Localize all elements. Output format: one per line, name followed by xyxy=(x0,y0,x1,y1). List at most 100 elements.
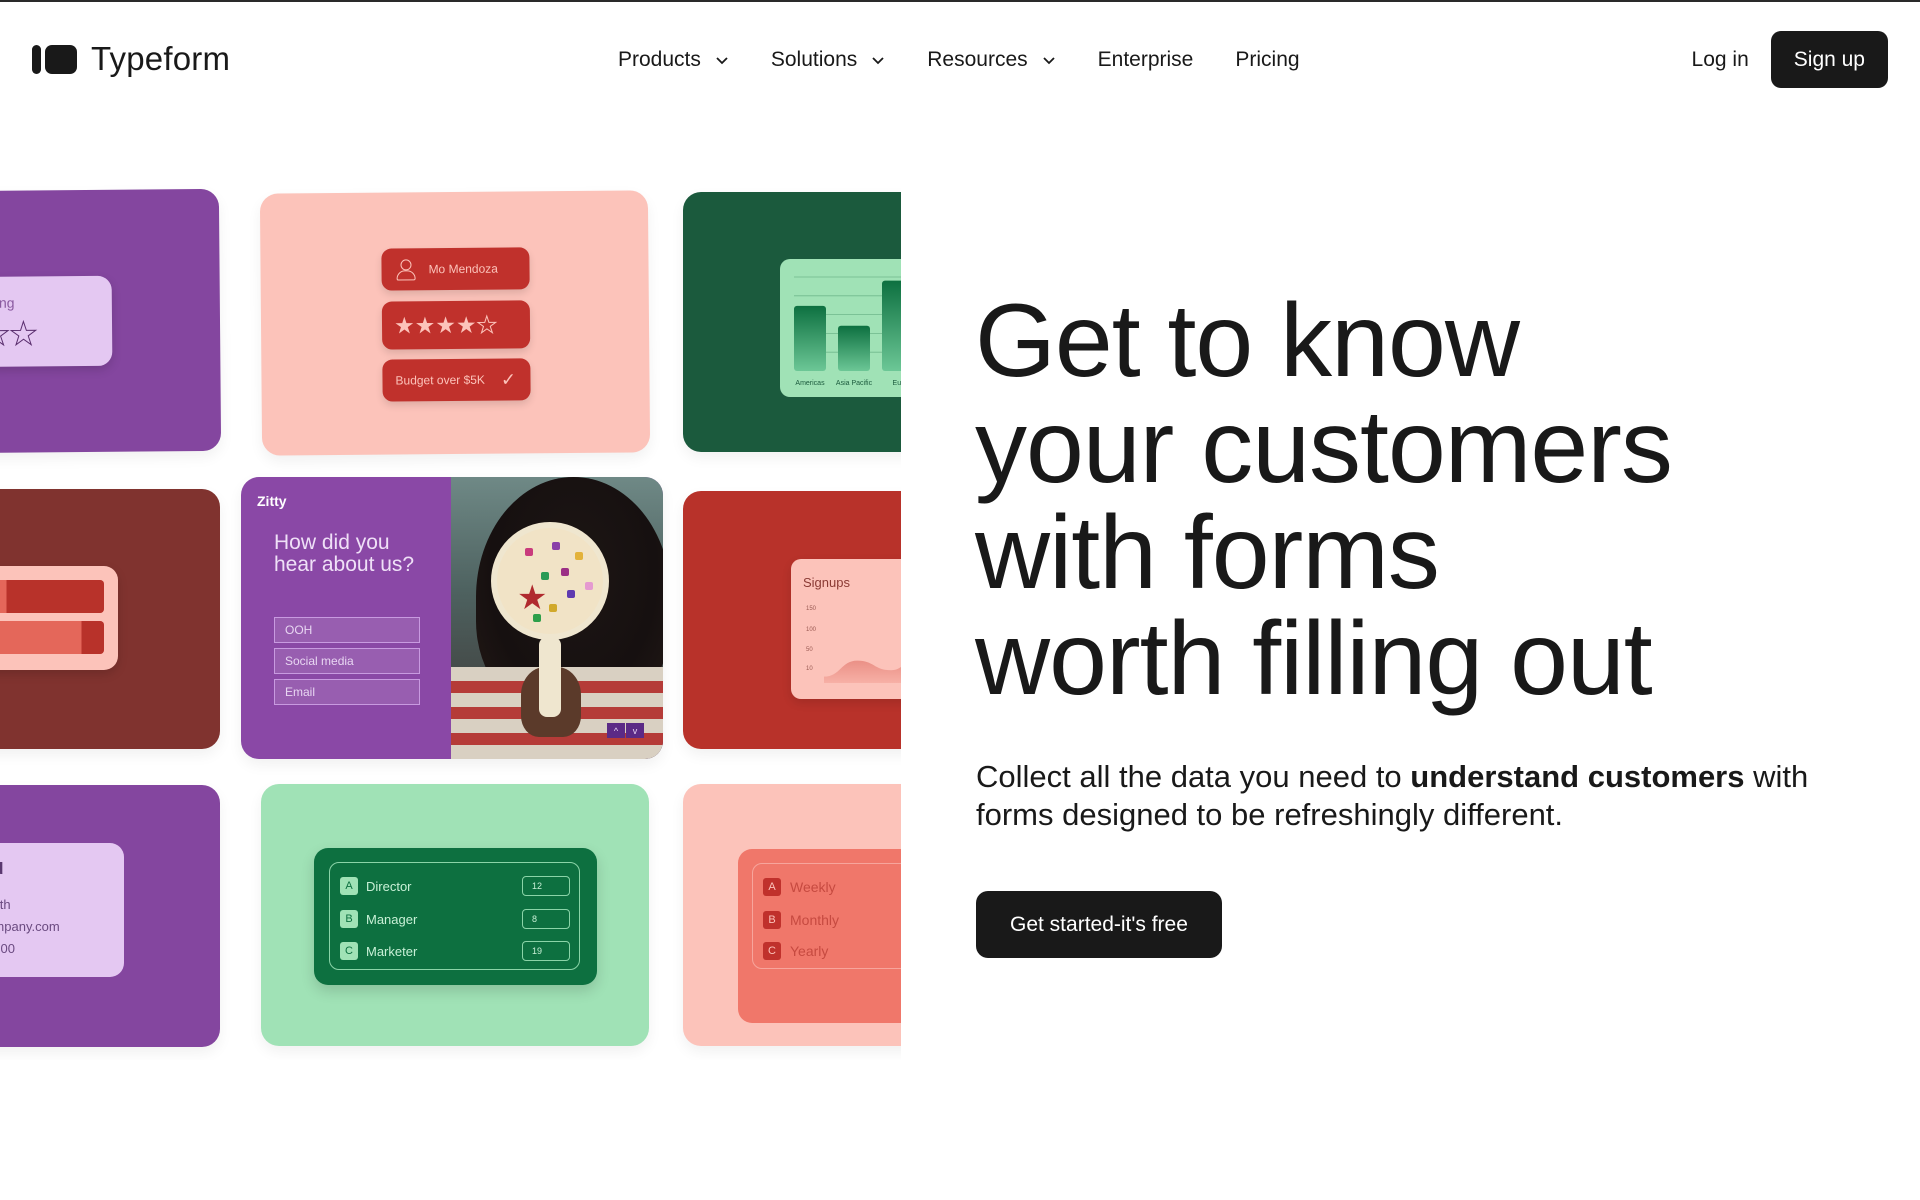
typeform-logo[interactable]: Typeform xyxy=(32,40,231,77)
roles-list: A Director 12 B Manager 8 C Marketer 19 xyxy=(329,862,580,970)
gem-sticker xyxy=(549,604,557,612)
rating-widget: erage rating ★★★★ xyxy=(0,275,113,368)
nav-enterprise[interactable]: Enterprise xyxy=(1098,48,1194,72)
lead-value: r $10.000 xyxy=(0,941,15,956)
signups-area-svg xyxy=(824,660,901,683)
zitty-option[interactable]: OOH xyxy=(274,617,420,643)
star-filled-icon: ★ xyxy=(455,311,477,338)
lead-email: y@company.com xyxy=(0,919,60,934)
hero-title-line: worth filling out xyxy=(975,601,1653,717)
hero-title-line: your customers xyxy=(975,389,1673,505)
hero-title: Get to know your customers with forms wo… xyxy=(975,283,1673,717)
role-value: 12 xyxy=(522,876,570,896)
gem-sticker xyxy=(533,614,541,622)
frequency-key: C xyxy=(763,942,781,960)
frequency-row[interactable]: C Yearly xyxy=(763,941,828,961)
hero-title-line: Get to know xyxy=(975,283,1520,399)
logo-text: Typeform xyxy=(91,40,231,77)
chevron-up-icon[interactable]: ^ xyxy=(607,723,625,738)
zitty-option[interactable]: Email xyxy=(274,679,420,705)
signup-button[interactable]: Sign up xyxy=(1770,31,1888,88)
star-filled-icon: ★ xyxy=(393,311,415,339)
role-label: Marketer xyxy=(366,943,418,959)
chevron-down-icon xyxy=(716,57,728,65)
chevron-down-icon[interactable]: v xyxy=(626,723,644,738)
card-region-chart: Americas Asia Pacific Eur xyxy=(683,192,901,452)
star-filled-icon: ★ xyxy=(435,311,457,338)
lead-name: ey Smith xyxy=(0,897,11,912)
region-chart: Americas Asia Pacific Eur xyxy=(780,259,901,397)
card-split-bars xyxy=(0,489,220,749)
role-row[interactable]: B Manager 8 xyxy=(340,909,570,929)
card-qualified-lead: Qualified lead ey Smith y@company.com r … xyxy=(0,785,220,1047)
nav-label: Resources xyxy=(927,48,1028,71)
star-empty-icon: ★ xyxy=(9,315,38,352)
split-bar-fill xyxy=(0,621,104,654)
logo-icon xyxy=(32,44,77,74)
zitty-question: How did you hear about us? xyxy=(274,531,415,576)
gem-sticker xyxy=(575,552,583,560)
signups-chart: Signups 150 100 50 10 xyxy=(791,559,901,699)
card-signups-chart: Signups 150 100 50 10 xyxy=(683,491,901,749)
rating-label: erage rating xyxy=(0,294,15,312)
role-value: 19 xyxy=(522,941,570,961)
role-key: A xyxy=(340,877,358,895)
role-key: B xyxy=(340,910,358,928)
user-icon xyxy=(395,258,415,280)
frequency-row[interactable]: A Weekly xyxy=(763,877,836,897)
nav-resources[interactable]: Resources xyxy=(927,48,1055,72)
gem-sticker xyxy=(585,582,593,590)
role-row[interactable]: A Director 12 xyxy=(340,876,570,896)
star-filled-icon: ★ xyxy=(414,311,436,338)
subtitle-text: Collect all the data you need to xyxy=(976,759,1411,794)
role-value: 8 xyxy=(522,909,570,929)
nav-pricing[interactable]: Pricing xyxy=(1235,48,1299,72)
region-bar xyxy=(882,280,901,371)
signups-area xyxy=(824,660,901,683)
chevron-down-icon xyxy=(1043,57,1055,65)
showcase-grid: erage rating ★★★★ Mo Mendoza ★★★★★ Budge… xyxy=(0,180,901,1060)
region-label: Asia Pacific xyxy=(836,380,873,387)
card-frequency: A Weekly B Monthly C Yearly xyxy=(683,784,901,1046)
zitty-form-panel: Zitty How did you hear about us? OOH Soc… xyxy=(241,477,451,759)
lead-widget: Qualified lead ey Smith y@company.com r … xyxy=(0,843,124,977)
lead-title: Qualified lead xyxy=(0,859,3,879)
zitty-brand: Zitty xyxy=(257,493,287,509)
card-average-rating: erage rating ★★★★ xyxy=(0,188,222,454)
frequency-widget: A Weekly B Monthly C Yearly xyxy=(738,849,901,1023)
region-bar xyxy=(838,325,870,371)
split-bar xyxy=(0,621,104,654)
frequency-label: Yearly xyxy=(790,943,829,959)
card-lead-profile: Mo Mendoza ★★★★★ Budget over $5K ✓ xyxy=(259,190,651,456)
region-bar xyxy=(794,305,826,371)
zitty-option[interactable]: Social media xyxy=(274,648,420,674)
photo-mirror-handle xyxy=(539,637,561,717)
region-label: Eur xyxy=(893,380,901,387)
role-row[interactable]: C Marketer 19 xyxy=(340,941,570,961)
gem-sticker xyxy=(525,548,533,556)
card-zitty-form: Zitty How did you hear about us? OOH Soc… xyxy=(241,477,663,759)
zitty-nav: ^ v xyxy=(607,723,644,738)
roles-widget: A Director 12 B Manager 8 C Marketer 19 xyxy=(314,848,597,985)
frequency-key: B xyxy=(763,911,781,929)
nav-products[interactable]: Products xyxy=(618,48,729,72)
nav-solutions[interactable]: Solutions xyxy=(771,48,885,72)
role-key: C xyxy=(340,942,358,960)
split-bars-widget xyxy=(0,566,118,670)
login-link[interactable]: Log in xyxy=(1692,48,1749,72)
chevron-down-icon xyxy=(872,57,884,65)
split-bar xyxy=(0,580,104,613)
get-started-button[interactable]: Get started-it's free xyxy=(976,891,1222,958)
split-bar-fill xyxy=(0,580,104,613)
star-rating: ★★★★★ xyxy=(393,311,498,339)
frequency-row[interactable]: B Monthly xyxy=(763,910,839,930)
frequency-label: Monthly xyxy=(790,912,840,928)
star-sticker-icon: ★ xyxy=(517,579,548,617)
site-header: Typeform Products Solutions Resources En… xyxy=(0,2,1920,114)
main-nav: Products Solutions Resources Enterprise … xyxy=(618,44,1342,76)
gem-sticker xyxy=(552,542,560,550)
budget-pill: Budget over $5K ✓ xyxy=(382,358,531,402)
nav-label: Pricing xyxy=(1235,48,1300,71)
auth-actions: Log in Sign up xyxy=(1692,31,1888,88)
frequency-list: A Weekly B Monthly C Yearly xyxy=(752,863,901,969)
